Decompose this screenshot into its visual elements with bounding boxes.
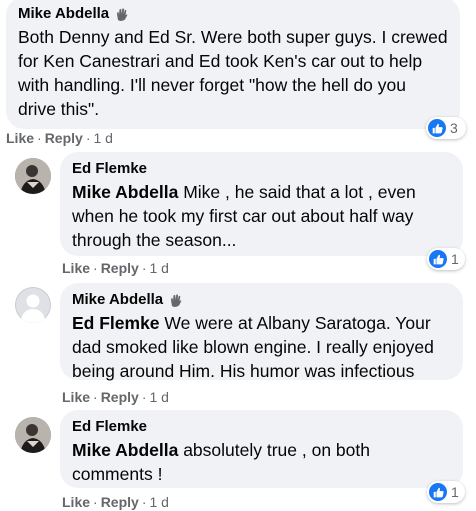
avatar-placeholder[interactable] [15, 287, 51, 323]
like-link[interactable]: Like [62, 260, 90, 276]
reaction-count: 3 [450, 120, 458, 136]
reaction-count: 1 [451, 251, 459, 267]
reply-link[interactable]: Reply [101, 260, 139, 276]
comment-bubble: Ed Flemke Mike Abdella absolutely true ,… [60, 410, 463, 488]
reply-link[interactable]: Reply [101, 389, 139, 405]
comment-bubble: Mike Abdella Ed Flemke We were at Albany… [60, 283, 463, 381]
mention-link[interactable]: Mike Abdella [72, 440, 178, 460]
reply-link[interactable]: Reply [45, 130, 83, 146]
comment-actions: Like · Reply · 1 d [62, 389, 169, 405]
reaction-count: 1 [451, 484, 459, 500]
comment-author[interactable]: Ed Flemke [72, 159, 147, 178]
mention-link[interactable]: Ed Flemke [72, 313, 160, 333]
avatar[interactable] [15, 158, 51, 194]
comment-time[interactable]: 1 d [149, 260, 168, 276]
comment-time[interactable]: 1 d [149, 389, 168, 405]
comment-bubble: Mike Abdella Both Denny and Ed Sr. Were … [6, 0, 460, 129]
comment-actions: Like · Reply · 1 d [62, 494, 169, 510]
comment-time[interactable]: 1 d [149, 494, 168, 510]
like-link[interactable]: Like [62, 494, 90, 510]
comment-author[interactable]: Mike Abdella [18, 4, 109, 23]
reaction-summary[interactable]: 1 [427, 481, 465, 503]
like-reaction-icon [429, 483, 447, 501]
mention-link[interactable]: Mike Abdella [72, 182, 178, 202]
like-reaction-icon [428, 119, 446, 137]
top-fan-badge-icon [168, 292, 184, 308]
comment-time[interactable]: 1 d [93, 130, 112, 146]
comment-actions: Like · Reply · 1 d [6, 130, 113, 146]
like-link[interactable]: Like [6, 130, 34, 146]
comment-author[interactable]: Ed Flemke [72, 417, 147, 436]
comment-bubble: Ed Flemke Mike Abdella Mike , he said th… [60, 152, 463, 256]
reaction-summary[interactable]: 3 [426, 117, 466, 139]
avatar[interactable] [15, 417, 51, 453]
comment-text: Both Denny and Ed Sr. Were both super gu… [18, 27, 448, 119]
like-link[interactable]: Like [62, 389, 90, 405]
comment-author[interactable]: Mike Abdella [72, 290, 163, 309]
reply-link[interactable]: Reply [101, 494, 139, 510]
like-reaction-icon [429, 250, 447, 268]
top-fan-badge-icon [114, 6, 130, 22]
comment-actions: Like · Reply · 1 d [62, 260, 169, 276]
reaction-summary[interactable]: 1 [427, 248, 465, 270]
